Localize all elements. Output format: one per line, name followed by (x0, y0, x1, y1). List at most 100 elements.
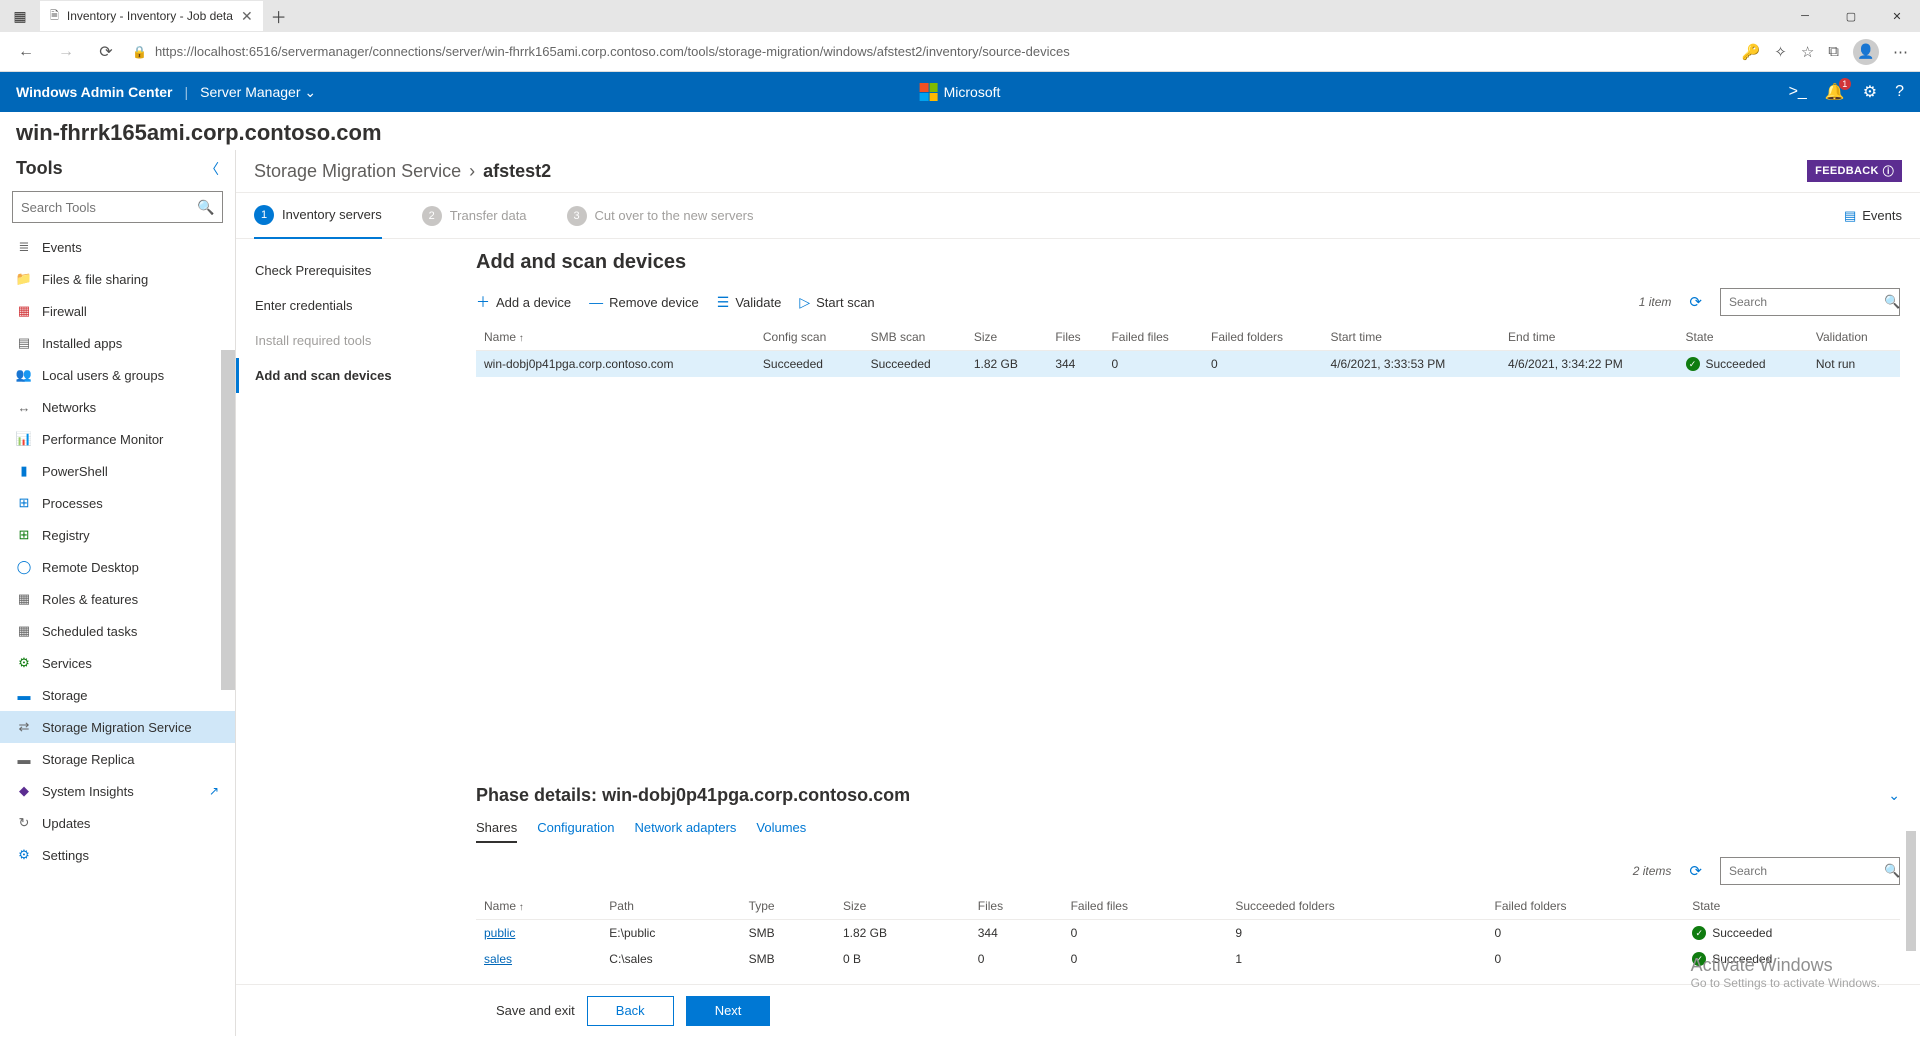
search-icon[interactable]: 🔍 (197, 199, 214, 216)
substep-enter-credentials[interactable]: Enter credentials (236, 288, 456, 323)
col-files[interactable]: Files (970, 893, 1063, 920)
tool-item-scheduled-tasks[interactable]: ▦Scheduled tasks (0, 615, 235, 647)
favorite-icon[interactable]: ☆ (1801, 43, 1814, 61)
start-scan-button[interactable]: ▷Start scan (799, 294, 874, 311)
new-tab-button[interactable]: ＋ (263, 4, 295, 28)
tool-item-processes[interactable]: ⊞Processes (0, 487, 235, 519)
col-name[interactable]: Name (476, 893, 601, 920)
col-size[interactable]: Size (835, 893, 970, 920)
collapse-tools-icon[interactable]: 〈 (205, 159, 219, 179)
col-type[interactable]: Type (741, 893, 835, 920)
tool-item-settings[interactable]: ⚙Settings (0, 839, 235, 871)
col-state[interactable]: State (1684, 893, 1900, 920)
substep-add-and-scan-devices[interactable]: Add and scan devices (236, 358, 456, 393)
col-files[interactable]: Files (1047, 324, 1103, 351)
tool-item-files-file-sharing[interactable]: 📁Files & file sharing (0, 263, 235, 295)
profile-avatar[interactable]: 👤 (1853, 39, 1879, 65)
cloud-shell-icon[interactable]: >_ (1789, 83, 1807, 101)
events-link[interactable]: ▤ Events (1844, 208, 1902, 224)
col-failed-files[interactable]: Failed files (1103, 324, 1203, 351)
devices-search[interactable]: 🔍 (1720, 288, 1900, 316)
tool-item-roles-features[interactable]: ▦Roles & features (0, 583, 235, 615)
search-icon[interactable]: 🔍 (1884, 863, 1900, 879)
col-size[interactable]: Size (966, 324, 1047, 351)
tool-item-remote-desktop[interactable]: ◯Remote Desktop (0, 551, 235, 583)
remove-device-button[interactable]: —Remove device (589, 294, 699, 310)
scrollbar[interactable] (1906, 831, 1916, 951)
share-link[interactable]: public (484, 926, 515, 940)
refresh-shares-icon[interactable]: ⟳ (1689, 862, 1702, 880)
devices-search-input[interactable] (1729, 295, 1884, 309)
tool-item-storage-replica[interactable]: ▬Storage Replica (0, 743, 235, 775)
col-failed-folders[interactable]: Failed folders (1203, 324, 1323, 351)
tool-item-registry[interactable]: ⊞Registry (0, 519, 235, 551)
nav-forward-button[interactable]: → (52, 38, 80, 66)
notifications-icon[interactable]: 🔔 (1825, 82, 1845, 102)
collapse-phase-icon[interactable]: ⌄ (1888, 787, 1900, 804)
context-dropdown[interactable]: Server Manager ⌄ (200, 84, 316, 101)
tab-configuration[interactable]: Configuration (537, 814, 614, 843)
col-validation[interactable]: Validation (1808, 324, 1900, 351)
tools-search-input[interactable] (21, 200, 197, 215)
feedback-button[interactable]: FEEDBACK ⓘ (1807, 160, 1902, 182)
nav-back-button[interactable]: ← (12, 38, 40, 66)
settings-icon[interactable]: ⚙ (1863, 82, 1877, 102)
tool-item-services[interactable]: ⚙Services (0, 647, 235, 679)
tools-search[interactable]: 🔍 (12, 191, 223, 223)
wizard-step-3[interactable]: 3 Cut over to the new servers (567, 194, 754, 238)
window-close-button[interactable]: ✕ (1874, 0, 1920, 32)
share-row[interactable]: publicE:\publicSMB1.82 GB344090✓Succeede… (476, 920, 1900, 947)
help-icon[interactable]: ? (1895, 83, 1904, 101)
shares-search-input[interactable] (1729, 864, 1884, 878)
breadcrumb-parent[interactable]: Storage Migration Service (254, 161, 461, 182)
tab-network-adapters[interactable]: Network adapters (635, 814, 737, 843)
window-maximize-button[interactable]: ▢ (1828, 0, 1874, 32)
url-field[interactable]: 🔒 https://localhost:6516/servermanager/c… (132, 44, 1730, 59)
wizard-step-2[interactable]: 2 Transfer data (422, 194, 527, 238)
key-icon[interactable]: 🔑 (1742, 43, 1761, 61)
share-row[interactable]: salesC:\salesSMB0 B0010✓Succeeded (476, 946, 1900, 972)
col-end-time[interactable]: End time (1500, 324, 1677, 351)
browser-tab[interactable]: 🗎 Inventory - Inventory - Job deta ✕ (40, 1, 263, 31)
col-state[interactable]: State (1678, 324, 1808, 351)
back-button[interactable]: Back (587, 996, 674, 1026)
window-minimize-button[interactable]: ─ (1782, 0, 1828, 32)
tool-item-networks[interactable]: ↔Networks (0, 391, 235, 423)
save-exit-link[interactable]: Save and exit (496, 1003, 575, 1018)
tool-item-firewall[interactable]: ▦Firewall (0, 295, 235, 327)
substep-check-prerequisites[interactable]: Check Prerequisites (236, 253, 456, 288)
product-name[interactable]: Windows Admin Center (16, 84, 172, 100)
tool-item-powershell[interactable]: ▮PowerShell (0, 455, 235, 487)
next-button[interactable]: Next (686, 996, 771, 1026)
shares-search[interactable]: 🔍 (1720, 857, 1900, 885)
col-path[interactable]: Path (601, 893, 740, 920)
col-config-scan[interactable]: Config scan (755, 324, 863, 351)
tool-item-local-users-groups[interactable]: 👥Local users & groups (0, 359, 235, 391)
more-icon[interactable]: ⋯ (1893, 43, 1908, 61)
refresh-devices-icon[interactable]: ⟳ (1689, 293, 1702, 311)
col-failed-files[interactable]: Failed files (1063, 893, 1228, 920)
reader-icon[interactable]: ✧ (1774, 43, 1787, 61)
tab-shares[interactable]: Shares (476, 814, 517, 843)
scrollbar[interactable] (221, 350, 235, 690)
col-name[interactable]: Name (476, 324, 755, 351)
tool-item-events[interactable]: ≣Events (0, 231, 235, 263)
col-smb-scan[interactable]: SMB scan (863, 324, 966, 351)
collections-icon[interactable]: ⧉ (1828, 43, 1839, 60)
tab-close-icon[interactable]: ✕ (241, 8, 253, 25)
tab-volumes[interactable]: Volumes (756, 814, 806, 843)
tool-item-system-insights[interactable]: ◆System Insights↗ (0, 775, 235, 807)
validate-button[interactable]: ☰Validate (717, 294, 782, 311)
col-failed-folders[interactable]: Failed folders (1487, 893, 1685, 920)
tool-item-installed-apps[interactable]: ▤Installed apps (0, 327, 235, 359)
nav-refresh-button[interactable]: ⟳ (92, 38, 120, 66)
col-succeeded-folders[interactable]: Succeeded folders (1227, 893, 1486, 920)
tool-item-updates[interactable]: ↻Updates (0, 807, 235, 839)
share-link[interactable]: sales (484, 952, 512, 966)
search-icon[interactable]: 🔍 (1884, 294, 1900, 310)
device-row[interactable]: win-dobj0p41pga.corp.contoso.comSucceede… (476, 351, 1900, 378)
add-device-button[interactable]: ＋Add a device (476, 292, 571, 312)
tool-item-storage[interactable]: ▬Storage (0, 679, 235, 711)
tool-item-storage-migration-service[interactable]: ⇄Storage Migration Service (0, 711, 235, 743)
wizard-step-1[interactable]: 1 Inventory servers (254, 193, 382, 239)
